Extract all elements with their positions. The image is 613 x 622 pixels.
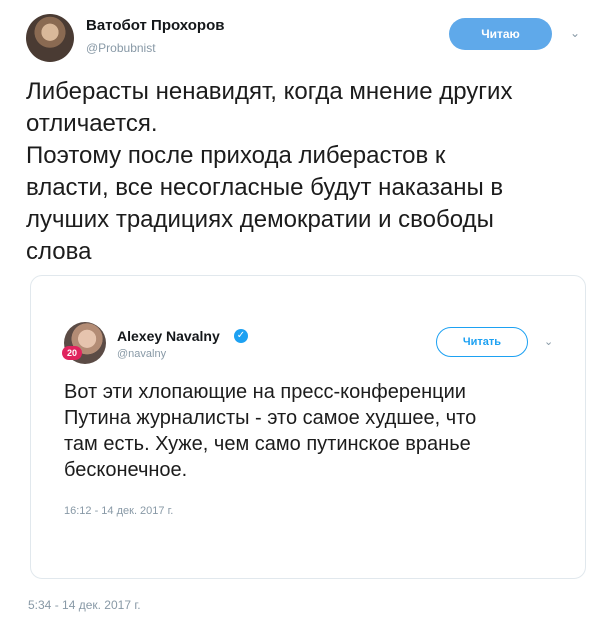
quoted-author-name[interactable]: Alexey Navalny	[117, 328, 220, 344]
follow-button[interactable]: Читаю	[449, 18, 552, 50]
tweet-line: лучших традициях демократии и свободы	[26, 206, 494, 233]
tweet-line: Поэтому после прихода либерастов к	[26, 142, 446, 169]
avatar-badge: 20	[62, 346, 82, 360]
tweet-line: отличается.	[26, 110, 158, 137]
quoted-line: там есть. Хуже, чем само путинское врань…	[64, 433, 471, 455]
quoted-line: Путина журналисты - это самое худшее, чт…	[64, 407, 477, 429]
verified-badge-icon: ✓	[234, 329, 248, 343]
tweet-line: слова	[26, 238, 92, 265]
quoted-tweet-text: Вот эти хлопающие на пресс-конференции П…	[64, 379, 564, 483]
quoted-line: бесконечное.	[64, 459, 188, 481]
quoted-line: Вот эти хлопающие на пресс-конференции	[64, 381, 466, 403]
chevron-down-icon[interactable]: ⌄	[544, 335, 553, 348]
tweet-line: Либерасты ненавидят, когда мнение других	[26, 78, 513, 105]
author-avatar[interactable]	[26, 14, 74, 62]
tweet-timestamp[interactable]: 5:34 - 14 дек. 2017 г.	[28, 598, 141, 612]
author-handle[interactable]: @Probubnist	[86, 41, 156, 55]
chevron-down-icon[interactable]: ⌄	[570, 26, 580, 40]
quoted-author-handle[interactable]: @navalny	[117, 348, 166, 360]
quoted-timestamp[interactable]: 16:12 - 14 дек. 2017 г.	[64, 505, 173, 517]
tweet-line: власти, все несогласные будут наказаны в	[26, 174, 504, 201]
author-name[interactable]: Ватобот Прохоров	[86, 17, 224, 34]
tweet-text: Либерасты ненавидят, когда мнение других…	[26, 76, 586, 268]
quoted-follow-button[interactable]: Читать	[436, 327, 528, 357]
